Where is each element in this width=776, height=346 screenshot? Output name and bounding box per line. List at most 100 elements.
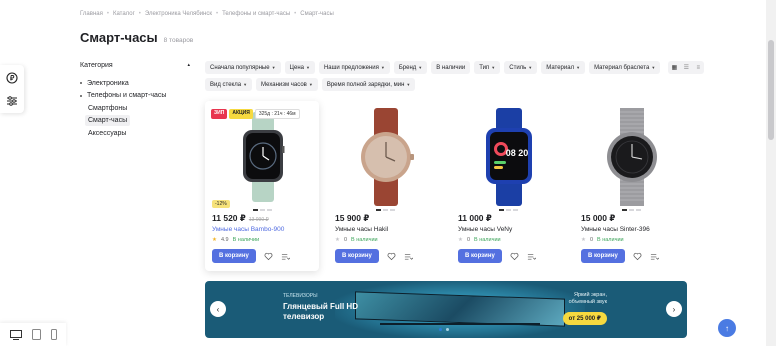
product-price: 15 900 ₽ <box>335 213 370 223</box>
product-price: 15 000 ₽ <box>581 213 616 223</box>
breadcrumb-electronics[interactable]: Электроника Челябинск <box>145 11 212 17</box>
breadcrumb-phones[interactable]: Телефоны и смарт-часы <box>222 11 290 17</box>
chevron-left-icon[interactable]: ‹ <box>210 301 226 317</box>
product-grid: ЗИП АКЦИЯ 325д : 21ч : 46м -12% 11 520 ₽… <box>205 101 688 271</box>
collapse-icon[interactable]: ▴ <box>187 62 190 69</box>
filter-in-stock[interactable]: В наличии <box>431 61 471 74</box>
add-to-cart-button[interactable]: В корзину <box>458 249 502 263</box>
filter-brand[interactable]: Бренд ▼ <box>393 61 428 74</box>
compare-icon[interactable] <box>404 252 413 261</box>
device-switcher <box>0 323 66 346</box>
scroll-top-icon[interactable]: ↑ <box>718 319 736 337</box>
scrollbar-thumb[interactable] <box>768 40 774 140</box>
filter-type[interactable]: Тип ▼ <box>474 61 501 74</box>
category-header[interactable]: Категория ▴ <box>80 62 190 69</box>
dropdown-arrow-icon: ▼ <box>651 65 656 70</box>
category-subitem-smartwatches[interactable]: Смарт-часы <box>80 115 190 128</box>
category-item-electronics[interactable]: Электроника <box>80 77 190 90</box>
product-card[interactable]: 15 900 ₽ Умные часы Hakil ★ 0 В наличии … <box>328 101 442 271</box>
banner-description: Яркий экран, объемный звук <box>568 292 607 305</box>
scrollbar[interactable] <box>766 0 776 346</box>
tablet-icon[interactable] <box>32 329 41 340</box>
product-actions: В корзину <box>581 249 659 263</box>
dropdown-arrow-icon: ▼ <box>418 65 423 70</box>
product-card[interactable]: 15 000 ₽ Умные часы Sinter-396 ★ 0 В нал… <box>574 101 688 271</box>
product-name[interactable]: Умные часы Sinter-396 <box>581 226 650 233</box>
filter-strap-material[interactable]: Материал браслета ▼ <box>589 61 661 74</box>
watch-face-time: 08 20 <box>506 148 529 158</box>
filter-row: Сначала популярные ▼ Цена ▼ Наши предложен… <box>205 61 705 74</box>
category-subitem-accessories[interactable]: Аксессуары <box>80 127 190 140</box>
banner-title: Глянцевый Full HD телевизор <box>283 302 358 321</box>
desktop-icon[interactable] <box>10 329 22 340</box>
heart-icon[interactable] <box>387 252 396 261</box>
stock-status: В наличии <box>232 237 260 243</box>
filter-charging-time[interactable]: Время полной зарядки, мин ▼ <box>321 78 416 91</box>
star-icon: ★ <box>335 237 340 243</box>
banner-price-button[interactable]: от 25 000 ₽ <box>562 312 607 325</box>
product-rating: 0 <box>589 237 593 243</box>
heart-icon[interactable] <box>633 252 642 261</box>
product-card[interactable]: 08 20 11 000 ₽ Умные часы VeNy ★ 0 В нал… <box>451 101 565 271</box>
breadcrumb-current: Смарт-часы <box>300 11 334 17</box>
dropdown-arrow-icon: ▼ <box>380 65 385 70</box>
breadcrumb-catalog[interactable]: Каталог <box>113 11 135 17</box>
image-dots <box>451 209 565 211</box>
product-meta: ★ 0 В наличии <box>581 237 624 243</box>
product-badges: ЗИП АКЦИЯ 325д : 21ч : 46м <box>211 109 300 119</box>
image-dots <box>574 209 688 211</box>
banner-dot[interactable] <box>446 328 449 331</box>
list-view-icon[interactable]: ☰ <box>680 61 692 74</box>
product-image[interactable] <box>584 106 678 206</box>
currency-icon[interactable] <box>6 72 18 84</box>
stock-status: В наличии <box>351 237 378 243</box>
product-image[interactable] <box>338 106 432 206</box>
dropdown-arrow-icon: ▼ <box>491 65 496 70</box>
product-name[interactable]: Умные часы Hakil <box>335 226 388 233</box>
banner-dot[interactable] <box>439 328 442 331</box>
filter-offers[interactable]: Наши предложения ▼ <box>318 61 390 74</box>
filter-price[interactable]: Цена ▼ <box>284 61 315 74</box>
dropdown-arrow-icon: ▼ <box>576 65 581 70</box>
heart-icon[interactable] <box>264 252 273 261</box>
category-list: Электроника Телефоны и смарт-часы Смартф… <box>80 77 190 140</box>
breadcrumb-separator: • <box>294 11 297 17</box>
filter-mechanism[interactable]: Механизм часов ▼ <box>256 78 318 91</box>
category-subitem-label: Смартфоны <box>88 104 128 112</box>
dropdown-arrow-icon: ▼ <box>271 65 276 70</box>
mobile-icon[interactable] <box>51 329 57 340</box>
star-icon: ★ <box>212 237 217 243</box>
compact-view-icon[interactable]: ≡ <box>692 61 704 74</box>
chevron-right-icon[interactable]: › <box>666 301 682 317</box>
sort-dropdown[interactable]: Сначала популярные ▼ <box>205 61 281 74</box>
add-to-cart-button[interactable]: В корзину <box>581 249 625 263</box>
category-item-phones[interactable]: Телефоны и смарт-часы <box>80 90 190 103</box>
category-subitem-smartphones[interactable]: Смартфоны <box>80 102 190 115</box>
add-to-cart-button[interactable]: В корзину <box>335 249 379 263</box>
category-subitem-label: Аксессуары <box>88 129 127 137</box>
product-image[interactable] <box>215 106 309 206</box>
breadcrumb-home[interactable]: Главная <box>80 11 103 17</box>
product-meta: ★ 4.9 В наличии <box>212 237 259 243</box>
product-name[interactable]: Умные часы Bambo-900 <box>212 226 284 233</box>
heart-icon[interactable] <box>510 252 519 261</box>
add-to-cart-button[interactable]: В корзину <box>212 249 256 263</box>
promo-banner[interactable]: ТЕЛЕВИЗОРЫ Глянцевый Full HD телевизор Я… <box>205 281 687 338</box>
image-dots <box>205 209 319 211</box>
product-card[interactable]: ЗИП АКЦИЯ 325д : 21ч : 46м -12% 11 520 ₽… <box>205 101 319 271</box>
star-icon: ★ <box>458 237 463 243</box>
dropdown-arrow-icon: ▼ <box>305 65 310 70</box>
compare-icon[interactable] <box>527 252 536 261</box>
breadcrumb: Главная • Каталог • Электроника Челябинс… <box>80 11 334 17</box>
product-actions: В корзину <box>458 249 536 263</box>
product-name[interactable]: Умные часы VeNy <box>458 226 512 233</box>
compare-icon[interactable] <box>650 252 659 261</box>
filter-material[interactable]: Материал ▼ <box>541 61 586 74</box>
product-meta: ★ 0 В наличии <box>335 237 378 243</box>
product-image[interactable]: 08 20 <box>461 106 555 206</box>
filter-settings-icon[interactable] <box>6 95 18 107</box>
filter-glass[interactable]: Вид стекла ▼ <box>205 78 253 91</box>
grid-view-icon[interactable]: ▦ <box>668 61 680 74</box>
compare-icon[interactable] <box>281 252 290 261</box>
filter-style[interactable]: Стиль ▼ <box>504 61 538 74</box>
